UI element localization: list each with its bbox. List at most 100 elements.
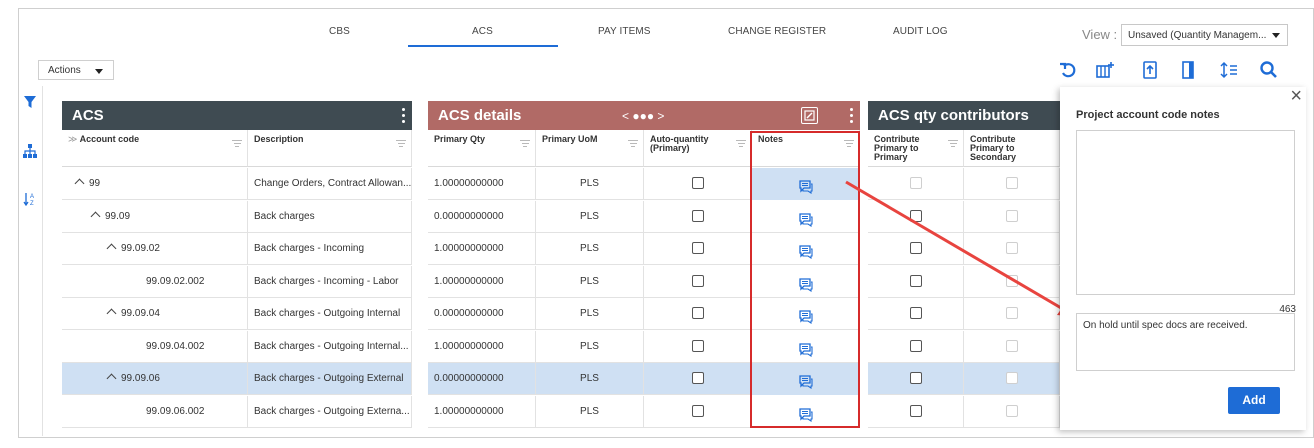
primary-uom-cell[interactable]: PLS — [536, 363, 644, 395]
chevron-up-icon[interactable] — [106, 308, 117, 319]
hierarchy-icon[interactable] — [23, 144, 37, 158]
contribute-secondary-checkbox[interactable] — [1005, 372, 1018, 385]
tab-cbs[interactable]: CBS — [329, 26, 350, 37]
sort-az-icon[interactable]: AZ — [23, 192, 37, 207]
primary-qty-cell[interactable]: 1.00000000000 — [428, 266, 536, 298]
table-row[interactable]: 99.09.06 Back charges - Outgoing External — [62, 363, 412, 395]
add-column-icon[interactable] — [1095, 60, 1115, 80]
account-code-cell[interactable]: 99.09.02 — [62, 233, 248, 265]
chevron-up-icon[interactable] — [74, 178, 85, 189]
filter-icon[interactable] — [23, 95, 37, 109]
row-height-icon[interactable] — [1219, 60, 1239, 80]
column-header-contribute-primary[interactable]: Contribute Primary to Primary — [868, 130, 964, 167]
column-header-description[interactable]: Description — [248, 130, 412, 167]
auto-quantity-checkbox[interactable] — [691, 372, 704, 385]
description-cell[interactable]: Back charges - Outgoing Internal... — [248, 331, 412, 363]
view-select[interactable]: Unsaved (Quantity Managem... — [1121, 24, 1288, 46]
contribute-primary-checkbox[interactable] — [909, 372, 922, 385]
description-cell[interactable]: Back charges — [248, 201, 412, 233]
add-note-button[interactable]: Add — [1228, 387, 1280, 414]
description-cell[interactable]: Back charges - Incoming — [248, 233, 412, 265]
account-code-cell[interactable]: 99.09.04 — [62, 298, 248, 330]
description-cell[interactable]: Change Orders, Contract Allowan... — [248, 168, 412, 200]
auto-quantity-checkbox[interactable] — [691, 340, 704, 353]
tab-acs[interactable]: ACS — [472, 26, 493, 37]
search-icon[interactable] — [1259, 60, 1279, 80]
tab-change-register[interactable]: CHANGE REGISTER — [728, 26, 826, 37]
auto-quantity-checkbox[interactable] — [691, 405, 704, 418]
primary-uom-cell[interactable]: PLS — [536, 233, 644, 265]
primary-qty-cell[interactable]: 0.00000000000 — [428, 363, 536, 395]
description-cell[interactable]: Back charges - Outgoing Externa... — [248, 396, 412, 428]
primary-uom-cell[interactable]: PLS — [536, 331, 644, 363]
auto-quantity-checkbox[interactable] — [691, 210, 704, 223]
column-header-auto-quantity[interactable]: Auto-quantity (Primary) — [644, 130, 752, 167]
primary-qty-cell[interactable]: 0.00000000000 — [428, 298, 536, 330]
table-row[interactable]: 99.09.02.002 Back charges - Incoming - La… — [62, 266, 412, 298]
chevron-up-icon[interactable] — [106, 243, 117, 254]
auto-quantity-checkbox[interactable] — [691, 307, 704, 320]
column-header-contribute-secondary[interactable]: Contribute Primary to Secondary — [964, 130, 1060, 167]
table-row[interactable] — [868, 396, 1060, 428]
account-code-cell[interactable]: 99 — [62, 168, 248, 200]
panel-nav-arrows[interactable]: < ●●● > — [622, 109, 664, 123]
auto-quantity-checkbox[interactable] — [691, 275, 704, 288]
contribute-primary-checkbox[interactable] — [909, 405, 922, 418]
table-row[interactable]: 99.09 Back charges — [62, 201, 412, 233]
account-code-cell[interactable]: 99.09.04.002 — [62, 331, 248, 363]
primary-uom-cell[interactable]: PLS — [536, 168, 644, 200]
primary-qty-cell[interactable]: 1.00000000000 — [428, 233, 536, 265]
primary-qty-cell[interactable]: 1.00000000000 — [428, 396, 536, 428]
primary-uom-cell[interactable]: PLS — [536, 396, 644, 428]
auto-quantity-checkbox[interactable] — [691, 177, 704, 190]
description-cell[interactable]: Back charges - Outgoing External — [248, 363, 412, 395]
export-icon[interactable] — [1140, 60, 1160, 80]
collapse-all-icon[interactable]: ≫ — [68, 134, 77, 144]
actions-button[interactable]: Actions — [38, 60, 114, 80]
column-filter-icon[interactable] — [736, 140, 746, 149]
table-row[interactable]: 99.09.04 Back charges - Outgoing Internal — [62, 298, 412, 330]
table-row[interactable]: 99.09.02 Back charges - Incoming — [62, 233, 412, 265]
table-row[interactable]: 99.09.04.002 Back charges - Outgoing Inte… — [62, 331, 412, 363]
description-cell[interactable]: Back charges - Incoming - Labor — [248, 266, 412, 298]
primary-uom-cell[interactable]: PLS — [536, 201, 644, 233]
account-code-cell[interactable]: 99.09 — [62, 201, 248, 233]
more-options-icon[interactable] — [850, 108, 854, 124]
primary-qty-cell[interactable]: 1.00000000000 — [428, 331, 536, 363]
account-code-cell[interactable]: 99.09.02.002 — [62, 266, 248, 298]
close-icon[interactable]: × — [1290, 85, 1302, 108]
description-cell[interactable]: Back charges - Outgoing Internal — [248, 298, 412, 330]
table-row[interactable]: 99 Change Orders, Contract Allowan... — [62, 168, 412, 200]
account-code-cell[interactable]: 99.09.06 — [62, 363, 248, 395]
table-row[interactable]: 99.09.06.002 Back charges - Outgoing Exte… — [62, 396, 412, 428]
edit-icon[interactable] — [801, 107, 818, 124]
column-filter-icon[interactable] — [948, 140, 958, 149]
primary-qty-cell[interactable]: 1.00000000000 — [428, 168, 536, 200]
auto-quantity-checkbox[interactable] — [691, 242, 704, 255]
column-header-primary-qty[interactable]: Primary Qty — [428, 130, 536, 167]
column-filter-icon[interactable] — [520, 140, 530, 149]
chevron-down-icon — [95, 69, 103, 74]
note-input[interactable]: On hold until spec docs are received. — [1076, 313, 1295, 371]
refresh-icon[interactable] — [1058, 60, 1078, 80]
column-header-account-code[interactable]: ≫ Account code — [62, 130, 248, 167]
table-row[interactable] — [868, 331, 1060, 363]
contribute-primary-checkbox[interactable] — [909, 340, 922, 353]
panel-icon[interactable] — [1178, 60, 1198, 80]
column-filter-icon[interactable] — [232, 140, 242, 149]
column-filter-icon[interactable] — [628, 140, 638, 149]
account-code-cell[interactable]: 99.09.06.002 — [62, 396, 248, 428]
more-options-icon[interactable] — [402, 108, 406, 124]
tab-pay-items[interactable]: PAY ITEMS — [598, 26, 651, 37]
primary-qty-cell[interactable]: 0.00000000000 — [428, 201, 536, 233]
column-filter-icon[interactable] — [396, 140, 406, 149]
contribute-secondary-checkbox[interactable] — [1005, 340, 1018, 353]
chevron-up-icon[interactable] — [106, 373, 117, 384]
primary-uom-cell[interactable]: PLS — [536, 298, 644, 330]
contribute-secondary-checkbox[interactable] — [1005, 405, 1018, 418]
table-row[interactable] — [868, 363, 1060, 395]
chevron-up-icon[interactable] — [90, 211, 101, 222]
column-header-primary-uom[interactable]: Primary UoM — [536, 130, 644, 167]
primary-uom-cell[interactable]: PLS — [536, 266, 644, 298]
tab-audit-log[interactable]: AUDIT LOG — [893, 26, 948, 37]
